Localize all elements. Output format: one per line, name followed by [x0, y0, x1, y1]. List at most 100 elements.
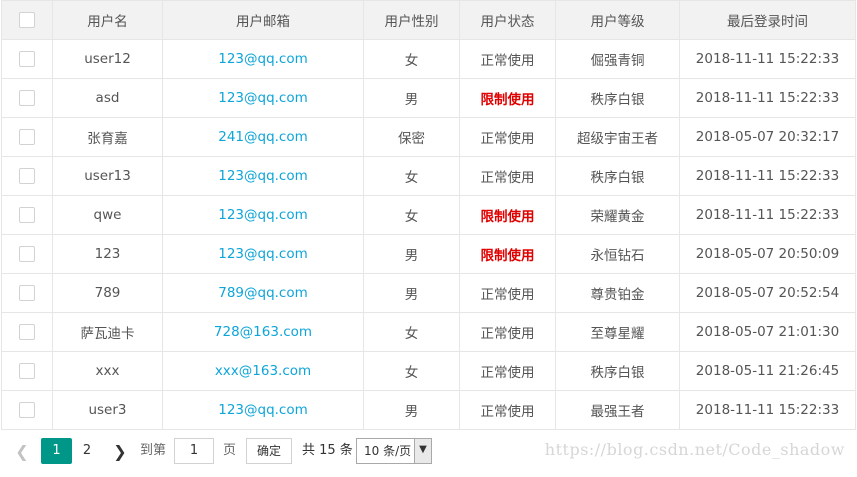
- cell-username: 萨瓦迪卡: [52, 312, 163, 352]
- chevron-right-icon[interactable]: ❯: [112, 442, 128, 462]
- table-header-row: 用户名 用户邮箱 用户性别 用户状态 用户等级 最后登录时间: [1, 0, 856, 40]
- cell-level: 尊贵铂金: [555, 273, 680, 313]
- row-checkbox[interactable]: [19, 402, 35, 418]
- cell-level: 永恒钻石: [555, 234, 680, 274]
- row-select-cell[interactable]: [1, 273, 53, 313]
- cell-status: 正常使用: [459, 390, 556, 430]
- chevron-down-icon[interactable]: ▼: [414, 439, 431, 463]
- cell-level: 秩序白银: [555, 351, 680, 391]
- cell-username: 789: [52, 273, 163, 313]
- cell-gender: 男: [363, 390, 460, 430]
- cell-last-login: 2018-11-11 15:22:33: [679, 390, 856, 430]
- header-email[interactable]: 用户邮箱: [162, 0, 364, 40]
- cell-email: 241@qq.com: [162, 117, 364, 157]
- header-username[interactable]: 用户名: [52, 0, 163, 40]
- cell-email: 123@qq.com: [162, 39, 364, 79]
- row-checkbox[interactable]: [19, 207, 35, 223]
- cell-last-login: 2018-11-11 15:22:33: [679, 39, 856, 79]
- table-row[interactable]: user13 123@qq.com 女正常使用 秩序白银 2018-11-11 15:2…: [1, 156, 856, 196]
- row-checkbox[interactable]: [19, 324, 35, 340]
- header-status[interactable]: 用户状态: [459, 0, 556, 40]
- table-row[interactable]: 123 123@qq.com 男限制使用 永恒钻石 2018-05-07 20:50:0…: [1, 234, 856, 274]
- row-select-cell[interactable]: [1, 195, 53, 235]
- cell-username: asd: [52, 78, 163, 118]
- table-row[interactable]: user12 123@qq.com 女正常使用 倔强青铜 2018-11-11 15:2…: [1, 39, 856, 79]
- cell-level: 倔强青铜: [555, 39, 680, 79]
- row-checkbox[interactable]: [19, 246, 35, 262]
- cell-last-login: 2018-11-11 15:22:33: [679, 156, 856, 196]
- table-row[interactable]: 789 789@qq.com 男正常使用 尊贵铂金 2018-05-07 20:52:5…: [1, 273, 856, 313]
- cell-username: 123: [52, 234, 163, 274]
- row-select-cell[interactable]: [1, 390, 53, 430]
- user-table: 用户名 用户邮箱 用户性别 用户状态 用户等级 最后登录时间 user12 123…: [1, 0, 856, 430]
- cell-status: 正常使用: [459, 273, 556, 313]
- table-row[interactable]: asd 123@qq.com 男限制使用 秩序白银 2018-11-11 15:22:3…: [1, 78, 856, 118]
- table-row[interactable]: 萨瓦迪卡 728@163.com 女正常使用 至尊星耀 2018-05-07 21:01…: [1, 312, 856, 352]
- confirm-button[interactable]: 确定: [246, 438, 292, 464]
- row-select-cell[interactable]: [1, 39, 53, 79]
- row-select-cell[interactable]: [1, 351, 53, 391]
- table-row[interactable]: user3 123@qq.com 男正常使用 最强王者 2018-11-11 15:22…: [1, 390, 856, 430]
- cell-email: 728@163.com: [162, 312, 364, 352]
- row-checkbox[interactable]: [19, 90, 35, 106]
- cell-email: 123@qq.com: [162, 156, 364, 196]
- page-2-button[interactable]: 2: [76, 438, 98, 464]
- cell-level: 秩序白银: [555, 156, 680, 196]
- cell-email: 123@qq.com: [162, 390, 364, 430]
- cell-status: 限制使用: [459, 78, 556, 118]
- total-count-label: 共 15 条: [302, 443, 353, 458]
- cell-email: xxx@163.com: [162, 351, 364, 391]
- page-size-select[interactable]: 10 条/页 ▼: [356, 438, 432, 464]
- cell-level: 最强王者: [555, 390, 680, 430]
- row-checkbox[interactable]: [19, 129, 35, 145]
- cell-gender: 男: [363, 273, 460, 313]
- row-checkbox[interactable]: [19, 363, 35, 379]
- page-1-button[interactable]: 1: [41, 438, 72, 464]
- cell-status: 限制使用: [459, 234, 556, 274]
- goto-label: 到第: [140, 443, 167, 458]
- cell-level: 至尊星耀: [555, 312, 680, 352]
- cell-username: xxx: [52, 351, 163, 391]
- cell-last-login: 2018-11-11 15:22:33: [679, 78, 856, 118]
- cell-username: user3: [52, 390, 163, 430]
- row-select-cell[interactable]: [1, 78, 53, 118]
- page-suffix-label: 页: [223, 443, 237, 458]
- cell-email: 123@qq.com: [162, 78, 364, 118]
- cell-last-login: 2018-05-11 21:26:45: [679, 351, 856, 391]
- cell-gender: 女: [363, 156, 460, 196]
- cell-last-login: 2018-05-07 21:01:30: [679, 312, 856, 352]
- watermark: https://blog.csdn.net/Code_shadow: [544, 440, 845, 459]
- cell-level: 超级宇宙王者: [555, 117, 680, 157]
- header-gender[interactable]: 用户性别: [363, 0, 460, 40]
- cell-username: 张育嘉: [52, 117, 163, 157]
- goto-page-input[interactable]: 1: [174, 438, 214, 464]
- cell-last-login: 2018-05-07 20:32:17: [679, 117, 856, 157]
- select-all-checkbox[interactable]: [19, 12, 35, 28]
- cell-last-login: 2018-05-07 20:52:54: [679, 273, 856, 313]
- row-checkbox[interactable]: [19, 285, 35, 301]
- select-all-cell[interactable]: [1, 0, 53, 40]
- chevron-left-icon[interactable]: ❮: [14, 442, 30, 462]
- header-level[interactable]: 用户等级: [555, 0, 680, 40]
- row-select-cell[interactable]: [1, 312, 53, 352]
- cell-email: 123@qq.com: [162, 195, 364, 235]
- cell-status: 正常使用: [459, 39, 556, 79]
- cell-status: 正常使用: [459, 156, 556, 196]
- page-size-value: 10 条/页: [364, 444, 412, 458]
- row-select-cell[interactable]: [1, 156, 53, 196]
- table-row[interactable]: 张育嘉 241@qq.com 保密 正常使用 超级宇宙王者 2018-05-07 20:3…: [1, 117, 856, 157]
- cell-level: 秩序白银: [555, 78, 680, 118]
- row-select-cell[interactable]: [1, 234, 53, 274]
- table-row[interactable]: xxx xxx@163.com 女正常使用 秩序白银 2018-05-11 21:26:…: [1, 351, 856, 391]
- header-last-login[interactable]: 最后登录时间: [679, 0, 856, 40]
- row-checkbox[interactable]: [19, 51, 35, 67]
- table-row[interactable]: qwe 123@qq.com 女限制使用 荣耀黄金 2018-11-11 15:22:3…: [1, 195, 856, 235]
- cell-last-login: 2018-05-07 20:50:09: [679, 234, 856, 274]
- cell-status: 正常使用: [459, 117, 556, 157]
- row-select-cell[interactable]: [1, 117, 53, 157]
- cell-last-login: 2018-11-11 15:22:33: [679, 195, 856, 235]
- row-checkbox[interactable]: [19, 168, 35, 184]
- cell-username: user12: [52, 39, 163, 79]
- cell-username: qwe: [52, 195, 163, 235]
- cell-email: 789@qq.com: [162, 273, 364, 313]
